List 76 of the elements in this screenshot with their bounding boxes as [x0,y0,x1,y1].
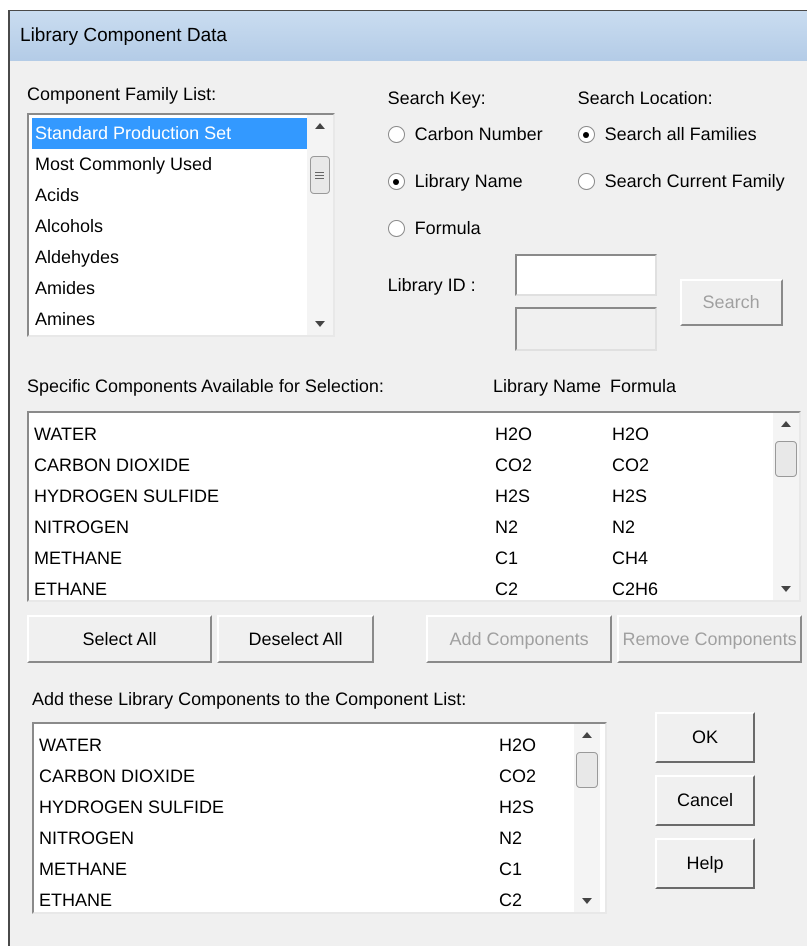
family-list-item[interactable]: Acids [32,180,307,211]
table-cell-text: C2 [499,889,524,912]
column-header: Library Name [493,374,602,398]
table-cell-text: H2O [499,734,538,757]
family-list-item[interactable]: Most Commonly Used [32,149,307,180]
scroll-up-icon[interactable] [582,732,592,738]
action-button[interactable]: Select All [27,615,212,663]
radio-label: Search all Families [604,123,757,146]
table-cell-text: CO2 [495,454,534,477]
radio-label: Search Current Family [604,170,785,193]
table-cell-text: HYDROGEN SULFIDE [34,485,220,508]
library-id-label: Library ID : [388,275,476,295]
table-cell-text: CO2 [499,765,538,788]
dialog-button[interactable]: OK [655,712,755,763]
family-list-item[interactable]: Amides [32,273,307,304]
scroll-down-icon[interactable] [582,898,592,904]
table-cell-text: C1 [495,547,520,570]
dialog-button[interactable]: Cancel [655,775,755,826]
table-cell-text: C2 [495,578,520,601]
radio-label: Library Name [414,170,523,193]
table-cell-text: CARBON DIOXIDE [34,454,192,477]
action-button[interactable]: Deselect All [216,615,374,663]
table-cell-text: H2O [495,423,534,446]
column-header: Specific Components Available for Selection: [27,374,385,398]
radio-button[interactable] [388,220,405,237]
family-list-item[interactable]: Aldehydes [32,242,307,273]
column-header: Formula [610,374,676,398]
radio-button[interactable] [388,126,405,143]
scrollbar[interactable] [306,115,333,335]
family-list-item[interactable]: Amines [32,304,307,335]
table-cell-text: METHANE [39,858,128,881]
window-title: Library Component Data [20,24,227,48]
table-cell-text: NITROGEN [34,516,130,539]
table-cell-text: N2 [499,827,524,850]
table-cell-text: CO2 [612,454,650,477]
table-cell-text: C1 [499,858,524,881]
scroll-up-icon[interactable] [314,123,325,129]
family-list-label: Component Family List: [27,83,218,106]
table-cell-text: CH4 [612,547,650,570]
table-cell-text: C2H6 [612,578,660,601]
table-cell-text: N2 [495,516,520,539]
scrollbar[interactable] [574,724,600,912]
table-cell-text: H2S [612,485,648,508]
dialog-button[interactable]: Help [655,838,755,889]
available-components-list[interactable]: WATER H2O H2O CARBON DIOXIDE CO2 CO2 HYDROGEN SULFIDE H2S H2S NITROGEN N2 N2 METHANE C1 CH4 ETHANE C2 C2H6 [27,411,801,602]
table-cell-text: METHANE [34,547,124,570]
table-cell-text: H2S [495,485,532,508]
table-cell-text: ETHANE [34,578,108,601]
table-cell-text: H2O [612,423,650,446]
radio-button[interactable] [388,173,405,190]
table-cell-text: H2S [499,796,536,819]
radio-button[interactable] [578,173,595,190]
scroll-down-icon[interactable] [781,586,791,592]
radio-label: Formula [414,217,481,240]
table-cell-text: WATER [39,734,103,757]
scroll-up-icon[interactable] [781,421,791,427]
scroll-down-icon[interactable] [314,321,325,327]
family-listbox[interactable]: Standard Production Set Most Commonly Used Acids Alcohols Aldehydes Amides Amines [27,113,335,337]
table-cell-text: NITROGEN [39,827,136,850]
group-label: Search Key: [388,87,487,110]
table-cell-text: CARBON DIOXIDE [39,765,196,788]
scroll-thumb[interactable] [310,156,330,194]
scroll-thumb[interactable] [576,752,598,788]
library-id-field[interactable] [514,254,657,296]
added-components-list[interactable]: WATER H2O CARBON DIOXIDE CO2 HYDROGEN SULFIDE H2S NITROGEN N2 METHANE C1 ETHANE C2 [32,722,607,914]
table-cell-text: ETHANE [39,889,114,912]
radio-button[interactable] [578,126,595,143]
table-cell-text: WATER [34,423,98,446]
scrollbar[interactable] [773,413,799,600]
scroll-thumb[interactable] [775,441,797,477]
family-list-item[interactable]: Alcohols [32,211,307,242]
added-components-label: Add these Library Components to the Component List: [32,688,468,711]
group-label: Search Location: [578,87,714,110]
table-cell-text: N2 [612,516,636,539]
radio-label: Carbon Number [414,123,543,146]
table-cell-text: HYDROGEN SULFIDE [39,796,226,819]
